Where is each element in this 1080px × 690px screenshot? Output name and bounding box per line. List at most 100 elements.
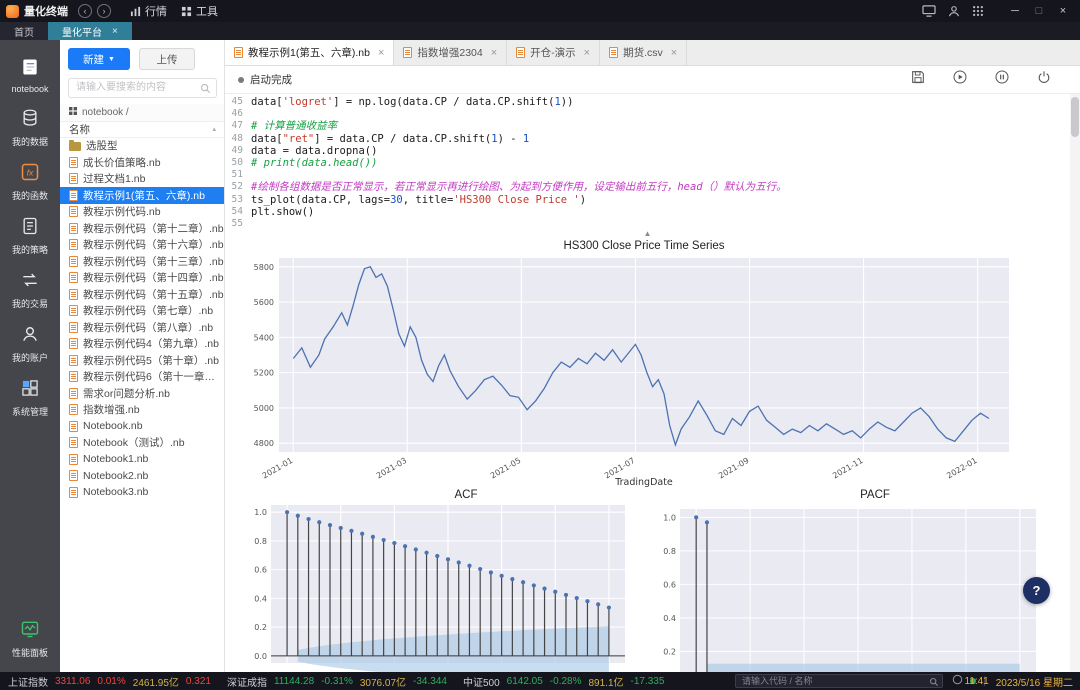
sidebar-item-我的函数[interactable]: fx我的函数 xyxy=(0,155,60,209)
sidebar-item-性能面板[interactable]: 性能面板 xyxy=(0,612,60,666)
index-quote[interactable]: 上证指数3311.060.01%2461.95亿0.321 xyxy=(8,674,211,689)
upload-button[interactable]: 上传 xyxy=(139,48,195,70)
sidebar-item-label: 系统管理 xyxy=(12,405,48,418)
svg-text:4800: 4800 xyxy=(254,439,274,448)
file-row[interactable]: 教程示例代码6（第十一章）.nb xyxy=(60,369,224,386)
file-row[interactable]: Notebook.nb xyxy=(60,418,224,435)
folder-icon xyxy=(69,142,81,151)
file-row[interactable]: 教程示例代码（第七章）.nb xyxy=(60,303,224,320)
file-row[interactable]: 需求or问题分析.nb xyxy=(60,385,224,402)
ticker-search-input[interactable] xyxy=(736,675,942,687)
code-line[interactable]: 48data["ret"] = data.CP / data.CP.shift(… xyxy=(225,133,1070,145)
sidebar-item-notebook[interactable]: notebook xyxy=(0,50,60,101)
editor-tab[interactable]: 期货.csv × xyxy=(600,40,687,65)
sidebar-item-系统管理[interactable]: 系统管理 xyxy=(0,371,60,425)
quote-field: 6142.05 xyxy=(507,676,543,687)
notification-circle-icon[interactable] xyxy=(952,674,963,688)
minimize-button[interactable]: ─ xyxy=(1004,5,1026,17)
file-row[interactable]: 教程示例代码（第十二章）.nb xyxy=(60,220,224,237)
tab-quant-platform[interactable]: 量化平台 × xyxy=(48,22,132,40)
display-icon[interactable] xyxy=(922,5,936,17)
main-chart-title: HS300 Close Price Time Series xyxy=(279,240,1009,252)
index-quote[interactable]: 深证成指11144.28-0.31%3076.07亿-34.344 xyxy=(227,674,447,689)
scrollbar-thumb[interactable] xyxy=(1071,97,1079,137)
quote-field: -34.344 xyxy=(413,676,447,687)
editor-tab[interactable]: 教程示例1(第五、六章).nb× xyxy=(225,40,394,65)
apps-grid-icon[interactable] xyxy=(972,5,984,17)
file-row[interactable]: 教程示例代码（第十六章）.nb xyxy=(60,237,224,254)
close-tab-icon[interactable]: × xyxy=(491,47,497,59)
code-line[interactable]: 50# print(data.head()) xyxy=(225,157,1070,169)
file-row[interactable]: Notebook3.nb xyxy=(60,484,224,501)
time-label: 11:41 xyxy=(964,676,988,687)
file-row[interactable]: 教程示例1(第五、六章).nb xyxy=(60,187,224,204)
file-list-header[interactable]: 名称 ▴ xyxy=(60,121,224,138)
sidebar-item-我的策略[interactable]: 我的策略 xyxy=(0,209,60,263)
sidebar-item-我的交易[interactable]: 我的交易 xyxy=(0,263,60,317)
index-quote[interactable]: 中证5006142.05-0.28%891.1亿-17.335 xyxy=(463,674,664,689)
run-button[interactable] xyxy=(952,69,968,90)
code-line[interactable]: 54plt.show() xyxy=(225,206,1070,218)
file-row[interactable]: Notebook（测试）.nb xyxy=(60,435,224,452)
file-search-input[interactable] xyxy=(68,78,217,98)
code-line[interactable]: 49data = data.dropna() xyxy=(225,145,1070,157)
close-button[interactable]: × xyxy=(1052,5,1074,17)
code-line[interactable]: 53ts_plot(data.CP, lags=30, title='HS300… xyxy=(225,194,1070,206)
tab-home-label: 首页 xyxy=(14,24,34,39)
collapse-output-button[interactable]: ▲ xyxy=(225,229,1070,238)
file-row[interactable]: 教程示例代码4（第九章）.nb xyxy=(60,336,224,353)
file-name: Notebook.nb xyxy=(83,420,143,432)
file-row[interactable]: Notebook2.nb xyxy=(60,468,224,485)
file-row[interactable]: 教程示例代码5（第十章）.nb xyxy=(60,352,224,369)
file-row[interactable]: 教程示例代码（第十三章）.nb xyxy=(60,253,224,270)
menu-tools-label: 工具 xyxy=(196,3,218,19)
forward-button[interactable]: › xyxy=(97,4,111,18)
code-line[interactable]: 46 xyxy=(225,108,1070,120)
file-row[interactable]: 教程示例代码.nb xyxy=(60,204,224,221)
close-tab-icon[interactable]: × xyxy=(378,47,384,59)
power-button[interactable] xyxy=(1036,69,1052,90)
sort-caret-icon[interactable]: ▴ xyxy=(212,125,216,133)
editor-tab[interactable]: 指数增强2304× xyxy=(394,40,507,65)
maximize-button[interactable]: □ xyxy=(1028,5,1050,17)
code-line[interactable]: 45data['logret'] = np.log(data.CP / data… xyxy=(225,96,1070,108)
menu-market[interactable]: 行情 xyxy=(130,3,167,19)
line-number: 50 xyxy=(225,157,251,169)
tab-home[interactable]: 首页 xyxy=(0,22,48,40)
file-row[interactable]: 指数增强.nb xyxy=(60,402,224,419)
file-name: 教程示例代码（第十二章）.nb xyxy=(83,221,224,236)
editor-tab[interactable]: 开仓-演示× xyxy=(507,40,600,65)
menu-tools[interactable]: 工具 xyxy=(181,3,218,19)
close-tab-icon[interactable]: × xyxy=(671,47,677,59)
file-row[interactable]: 选股型 xyxy=(60,138,224,155)
save-button[interactable] xyxy=(910,69,926,90)
editor-tab-label: 期货.csv xyxy=(623,45,663,60)
system-icon xyxy=(20,378,40,403)
code-line[interactable]: 52#绘制各组数据是否正常显示，若正常显示再进行绘图、为起到方便作用，设定输出前… xyxy=(225,181,1070,193)
file-row[interactable]: 教程示例代码（第八章）.nb xyxy=(60,319,224,336)
scrollbar-track[interactable] xyxy=(1070,94,1080,672)
breadcrumb[interactable]: notebook / xyxy=(60,104,224,121)
svg-text:5000: 5000 xyxy=(254,404,274,413)
sidebar-item-我的账户[interactable]: 我的账户 xyxy=(0,317,60,371)
file-name: Notebook3.nb xyxy=(83,486,148,498)
file-name: Notebook1.nb xyxy=(83,453,148,465)
file-row[interactable]: 成长价值策略.nb xyxy=(60,154,224,171)
sidebar-item-我的数据[interactable]: 我的数据 xyxy=(0,101,60,155)
close-tab-icon[interactable]: × xyxy=(112,26,118,37)
file-row[interactable]: 教程示例代码（第十五章）.nb xyxy=(60,286,224,303)
back-button[interactable]: ‹ xyxy=(78,4,92,18)
line-number: 47 xyxy=(225,120,251,132)
code-cell[interactable]: 45data['logret'] = np.log(data.CP / data… xyxy=(225,96,1070,230)
file-name: 教程示例代码（第十四章）.nb xyxy=(83,270,224,285)
new-button[interactable]: 新建 ▼ xyxy=(68,48,130,70)
code-line[interactable]: 47# 计算普通收益率 xyxy=(225,120,1070,132)
help-button[interactable]: ? xyxy=(1023,577,1050,604)
file-row[interactable]: 过程文档1.nb xyxy=(60,171,224,188)
code-line[interactable]: 51 xyxy=(225,169,1070,181)
file-row[interactable]: Notebook1.nb xyxy=(60,451,224,468)
close-tab-icon[interactable]: × xyxy=(584,47,590,59)
pause-button[interactable] xyxy=(994,69,1010,90)
file-row[interactable]: 教程示例代码（第十四章）.nb xyxy=(60,270,224,287)
user-icon[interactable] xyxy=(948,5,960,17)
